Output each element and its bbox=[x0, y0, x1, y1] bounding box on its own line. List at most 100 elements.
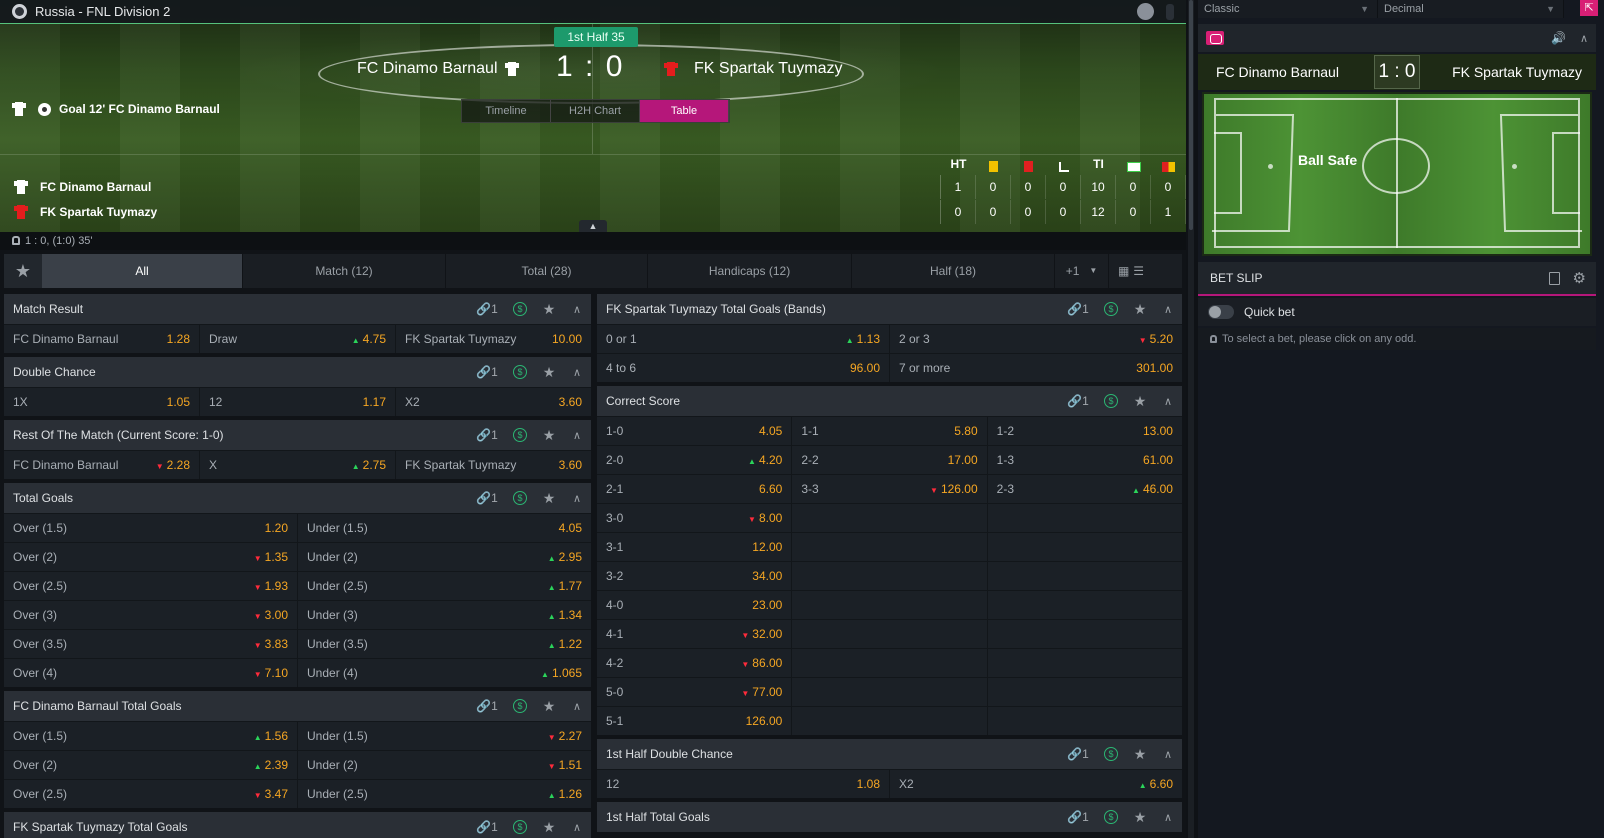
odd-button[interactable]: 4-2 ▼ 86.00 bbox=[597, 649, 793, 677]
collapse-header-button[interactable]: ▲ bbox=[579, 220, 607, 232]
odd-button[interactable]: 4-1 ▼ 32.00 bbox=[597, 620, 793, 648]
chevron-up-icon[interactable]: ∧ bbox=[1154, 395, 1182, 408]
odd-button[interactable]: Under (3) ▲ 1.34 bbox=[298, 601, 591, 629]
star-icon[interactable]: ★ bbox=[535, 364, 563, 381]
odd-button[interactable]: Under (2.5) ▲ 1.77 bbox=[298, 572, 591, 600]
link-icon[interactable]: 🔗1 bbox=[469, 365, 505, 379]
link-icon[interactable]: 🔗1 bbox=[469, 699, 505, 713]
link-icon[interactable]: 🔗1 bbox=[469, 820, 505, 834]
star-icon[interactable]: ★ bbox=[1126, 809, 1154, 826]
odd-button[interactable]: 5-0 ▼ 77.00 bbox=[597, 678, 793, 706]
tab-all[interactable]: All bbox=[42, 254, 243, 288]
market-header[interactable]: FK Spartak Tuymazy Total Goals (Bands) 🔗1… bbox=[597, 294, 1182, 324]
odd-button[interactable]: 1-3 61.00 bbox=[988, 446, 1182, 474]
tab-handicaps[interactable]: Handicaps (12) bbox=[648, 254, 852, 288]
odd-button[interactable]: FC Dinamo Barnaul ▼ 2.28 bbox=[4, 451, 200, 479]
sound-icon[interactable]: 🔊 bbox=[1551, 31, 1566, 45]
favourites-star-icon[interactable]: ★ bbox=[4, 254, 42, 288]
tab-half[interactable]: Half (18) bbox=[852, 254, 1055, 288]
grid-view-icon[interactable]: ▦ bbox=[1118, 264, 1129, 278]
tab-table[interactable]: Table bbox=[640, 100, 729, 122]
star-icon[interactable]: ★ bbox=[1126, 393, 1154, 410]
odds-format-select[interactable]: Decimal ▼ bbox=[1378, 0, 1564, 18]
odd-button[interactable]: 3-3 ▼ 126.00 bbox=[792, 475, 988, 503]
link-icon[interactable]: 🔗1 bbox=[1060, 302, 1096, 316]
odd-button[interactable]: 5-1 126.00 bbox=[597, 707, 793, 735]
link-icon[interactable]: 🔗1 bbox=[1060, 747, 1096, 761]
chevron-up-icon[interactable]: ∧ bbox=[1580, 32, 1588, 45]
star-icon[interactable]: ★ bbox=[535, 301, 563, 318]
chevron-up-icon[interactable]: ∧ bbox=[1154, 748, 1182, 761]
odd-button[interactable]: Under (1.5) ▼ 2.27 bbox=[298, 722, 591, 750]
odd-button[interactable]: 2-0 ▲ 4.20 bbox=[597, 446, 793, 474]
link-icon[interactable]: 🔗1 bbox=[1060, 810, 1096, 824]
link-icon[interactable]: 🔗1 bbox=[469, 302, 505, 316]
market-header[interactable]: FK Spartak Tuymazy Total Goals 🔗1 $ ★ ∧ bbox=[4, 812, 591, 838]
star-icon[interactable]: ★ bbox=[535, 427, 563, 444]
pin-icon[interactable]: ⇱ bbox=[1580, 0, 1598, 16]
odd-button[interactable]: 1-2 13.00 bbox=[988, 417, 1182, 445]
odd-button[interactable]: 1X 1.05 bbox=[4, 388, 200, 416]
market-header[interactable]: FC Dinamo Barnaul Total Goals 🔗1 $ ★ ∧ bbox=[4, 691, 591, 721]
odd-button[interactable]: 1-0 4.05 bbox=[597, 417, 793, 445]
view-format-select[interactable]: Classic ▼ bbox=[1198, 0, 1378, 18]
odd-button[interactable]: Over (1.5) 1.20 bbox=[4, 514, 298, 542]
list-view-icon[interactable]: ☰ bbox=[1133, 264, 1144, 278]
odd-button[interactable]: 2-1 6.60 bbox=[597, 475, 793, 503]
chevron-up-icon[interactable]: ∧ bbox=[563, 303, 591, 316]
odd-button[interactable]: Over (3) ▼ 3.00 bbox=[4, 601, 298, 629]
odd-button[interactable]: Draw ▲ 4.75 bbox=[200, 325, 396, 353]
odd-button[interactable]: 2-3 ▲ 46.00 bbox=[988, 475, 1182, 503]
market-header[interactable]: Match Result 🔗1 $ ★ ∧ bbox=[4, 294, 591, 324]
star-icon[interactable]: ★ bbox=[1126, 746, 1154, 763]
tv-icon[interactable] bbox=[1206, 31, 1224, 45]
odd-button[interactable]: 2 or 3 ▼ 5.20 bbox=[890, 325, 1182, 353]
odd-button[interactable]: 3-1 12.00 bbox=[597, 533, 793, 561]
chevron-up-icon[interactable]: ∧ bbox=[563, 700, 591, 713]
odd-button[interactable]: 4-0 23.00 bbox=[597, 591, 793, 619]
compass-icon[interactable] bbox=[1137, 3, 1154, 20]
market-header[interactable]: 1st Half Double Chance 🔗1 $ ★ ∧ bbox=[597, 739, 1182, 769]
odd-button[interactable]: 3-2 34.00 bbox=[597, 562, 793, 590]
odd-button[interactable]: Under (4) ▲ 1.065 bbox=[298, 659, 591, 687]
odd-button[interactable]: Over (4) ▼ 7.10 bbox=[4, 659, 298, 687]
odd-button[interactable]: Under (2.5) ▲ 1.26 bbox=[298, 780, 591, 808]
odd-button[interactable]: FK Spartak Tuymazy 3.60 bbox=[396, 451, 591, 479]
calculator-icon[interactable] bbox=[1549, 271, 1560, 285]
tab-total[interactable]: Total (28) bbox=[446, 254, 648, 288]
star-icon[interactable]: ★ bbox=[535, 819, 563, 836]
odd-button[interactable]: Over (1.5) ▲ 1.56 bbox=[4, 722, 298, 750]
odd-button[interactable]: Over (3.5) ▼ 3.83 bbox=[4, 630, 298, 658]
star-icon[interactable]: ★ bbox=[535, 490, 563, 507]
header-scrollbar[interactable] bbox=[1166, 4, 1174, 20]
star-icon[interactable]: ★ bbox=[1126, 301, 1154, 318]
chevron-up-icon[interactable]: ∧ bbox=[563, 821, 591, 834]
page-scrollbar[interactable] bbox=[1188, 0, 1194, 838]
odd-button[interactable]: 12 1.17 bbox=[200, 388, 396, 416]
odd-button[interactable]: Under (2) ▼ 1.51 bbox=[298, 751, 591, 779]
odd-button[interactable]: Over (2.5) ▼ 3.47 bbox=[4, 780, 298, 808]
odd-button[interactable]: Over (2) ▼ 1.35 bbox=[4, 543, 298, 571]
chevron-up-icon[interactable]: ∧ bbox=[563, 492, 591, 505]
market-header[interactable]: Correct Score 🔗1 $ ★ ∧ bbox=[597, 386, 1182, 416]
odd-button[interactable]: FK Spartak Tuymazy 10.00 bbox=[396, 325, 591, 353]
tab-timeline[interactable]: Timeline bbox=[462, 100, 551, 122]
odd-button[interactable]: X2 3.60 bbox=[396, 388, 591, 416]
odd-button[interactable]: FC Dinamo Barnaul 1.28 bbox=[4, 325, 200, 353]
link-icon[interactable]: 🔗1 bbox=[469, 491, 505, 505]
tab-h2h-chart[interactable]: H2H Chart bbox=[551, 100, 640, 122]
odd-button[interactable]: Under (2) ▲ 2.95 bbox=[298, 543, 591, 571]
odd-button[interactable]: X ▲ 2.75 bbox=[200, 451, 396, 479]
odd-button[interactable]: 4 to 6 96.00 bbox=[597, 354, 890, 382]
odd-button[interactable]: 12 1.08 bbox=[597, 770, 890, 798]
chevron-up-icon[interactable]: ∧ bbox=[1154, 303, 1182, 316]
odd-button[interactable]: 0 or 1 ▲ 1.13 bbox=[597, 325, 890, 353]
odd-button[interactable]: 3-0 ▼ 8.00 bbox=[597, 504, 793, 532]
odd-button[interactable]: X2 ▲ 6.60 bbox=[890, 770, 1182, 798]
star-icon[interactable]: ★ bbox=[535, 698, 563, 715]
layout-toggle[interactable]: ▦ ☰ bbox=[1109, 254, 1153, 288]
chevron-up-icon[interactable]: ∧ bbox=[1154, 811, 1182, 824]
link-icon[interactable]: 🔗1 bbox=[469, 428, 505, 442]
odd-button[interactable]: 1-1 5.80 bbox=[792, 417, 988, 445]
gear-icon[interactable]: ⚙ bbox=[1573, 269, 1586, 287]
